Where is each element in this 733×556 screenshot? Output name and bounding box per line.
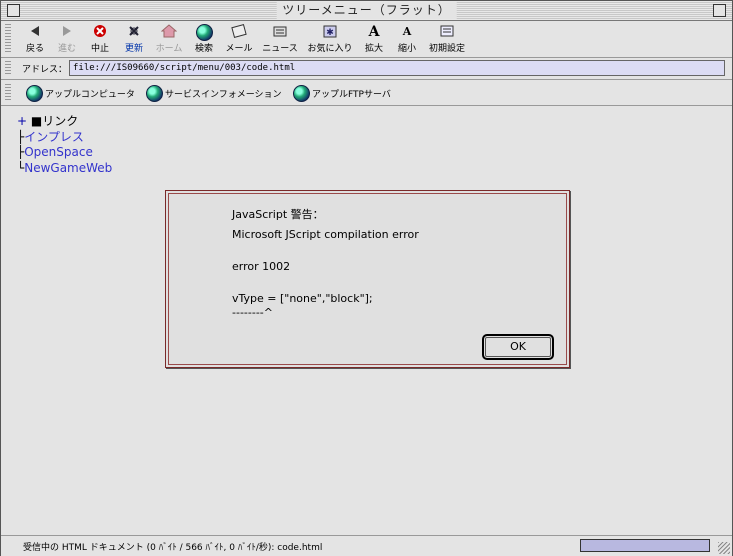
news-button[interactable]: ニュース	[261, 24, 299, 56]
dialog-title: JavaScript 警告：	[232, 208, 324, 221]
search-globe-icon	[195, 24, 213, 41]
link-apple-ftp-server[interactable]: アップルFTPサーバ	[293, 84, 391, 102]
search-button[interactable]: 検索	[191, 24, 217, 56]
globe-icon	[26, 84, 43, 102]
javascript-alert-dialog: JavaScript 警告： Microsoft JScript compila…	[165, 190, 570, 368]
svg-text:✱: ✱	[326, 28, 334, 38]
tree-item-openspace[interactable]: ├OpenSpace	[17, 145, 112, 161]
browser-window: ツリーメニュー（フラット） 戻る 進む 中止 更新 ホーム 検索 メール ニュー…	[0, 0, 733, 556]
forward-arrow-icon	[58, 24, 76, 40]
stop-icon	[91, 24, 109, 40]
stop-button[interactable]: 中止	[87, 24, 113, 56]
font-larger-icon: A	[368, 24, 380, 40]
toolbar: 戻る 進む 中止 更新 ホーム 検索 メール ニュース ✱ お気に入り A 拡大…	[1, 21, 732, 58]
links-grip[interactable]	[5, 84, 11, 101]
address-label: アドレス：	[22, 65, 68, 75]
back-button[interactable]: 戻る	[23, 24, 47, 56]
tree-menu: + ■リンク ├インプレス ├OpenSpace └NewGameWeb	[17, 114, 112, 176]
dialog-error-caret: --------^	[232, 306, 273, 319]
refresh-button[interactable]: 更新	[121, 24, 147, 56]
dialog-message: Microsoft JScript compilation error	[232, 228, 419, 241]
tree-item-impress[interactable]: ├インプレス	[17, 130, 112, 146]
favorites-button[interactable]: ✱ お気に入り	[306, 24, 354, 56]
tree-root[interactable]: + ■リンク	[17, 114, 112, 130]
window-title: ツリーメニュー（フラット）	[276, 2, 457, 19]
ok-button[interactable]: OK	[482, 334, 554, 360]
tree-link-newgameweb[interactable]: NewGameWeb	[24, 161, 112, 175]
back-arrow-icon	[26, 24, 44, 40]
tree-link-impress[interactable]: インプレス	[24, 130, 84, 144]
globe-icon	[146, 84, 163, 102]
close-box[interactable]	[7, 4, 20, 17]
font-smaller-button[interactable]: A 縮小	[395, 24, 419, 56]
address-grip[interactable]	[5, 61, 11, 76]
status-text: 受信中の HTML ドキュメント (0 ﾊﾞｲﾄ / 566 ﾊﾞｲﾄ, 0 ﾊ…	[23, 543, 323, 553]
toolbar-grip[interactable]	[5, 24, 11, 54]
tree-root-label: ■リンク	[30, 114, 79, 128]
preferences-icon	[438, 24, 456, 40]
globe-icon	[293, 84, 310, 102]
links-bar: アップルコンピュータ サービスインフォメーション アップルFTPサーバ	[1, 80, 732, 106]
preferences-button[interactable]: 初期設定	[427, 24, 467, 56]
mail-button[interactable]: メール	[223, 24, 255, 56]
expand-toggle[interactable]: +	[17, 114, 27, 128]
news-icon	[271, 24, 289, 40]
font-smaller-icon: A	[402, 25, 412, 38]
resize-grip[interactable]	[718, 542, 730, 554]
dialog-error-code: error 1002	[232, 260, 291, 273]
progress-bar	[580, 539, 710, 552]
forward-button[interactable]: 進む	[55, 24, 79, 56]
tree-link-openspace[interactable]: OpenSpace	[24, 145, 93, 159]
favorites-icon: ✱	[321, 24, 339, 40]
tree-item-newgameweb[interactable]: └NewGameWeb	[17, 161, 112, 177]
home-button[interactable]: ホーム	[153, 24, 185, 56]
address-input[interactable]: file:///IS09660/script/menu/003/code.htm…	[69, 60, 725, 76]
font-larger-button[interactable]: A 拡大	[362, 24, 386, 56]
link-service-information[interactable]: サービスインフォメーション	[146, 84, 282, 102]
status-bar: 受信中の HTML ドキュメント (0 ﾊﾞｲﾄ / 566 ﾊﾞｲﾄ, 0 ﾊ…	[1, 535, 732, 556]
zoom-box[interactable]	[713, 4, 726, 17]
refresh-icon	[125, 24, 143, 40]
mail-icon	[230, 24, 248, 40]
link-apple-computer[interactable]: アップルコンピュータ	[26, 84, 135, 102]
address-bar: アドレス： file:///IS09660/script/menu/003/co…	[1, 58, 732, 80]
home-icon	[160, 24, 178, 40]
title-bar[interactable]: ツリーメニュー（フラット）	[1, 1, 732, 21]
dialog-source-line: vType = ["none","block"];	[232, 292, 373, 305]
